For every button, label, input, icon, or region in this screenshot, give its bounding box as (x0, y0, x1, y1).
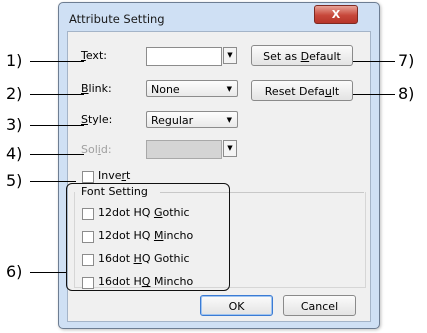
text-label: Text: (81, 49, 107, 62)
close-button[interactable]: X (314, 5, 358, 24)
callout-4: 4) (6, 144, 23, 163)
blink-label: Blink: (81, 82, 112, 95)
callout-3-leader (30, 125, 84, 126)
callout-2-leader (30, 94, 84, 95)
solid-color-field (146, 140, 222, 159)
ok-button[interactable]: OK (200, 295, 273, 316)
solid-label: Solid: (81, 143, 112, 156)
callout-4-leader (30, 154, 84, 155)
font-setting-callout-box (66, 183, 230, 291)
cancel-button[interactable]: Cancel (283, 295, 356, 316)
callout-7: 7) (398, 51, 415, 70)
blink-select-value: None (151, 83, 180, 96)
style-label: Style: (81, 113, 113, 126)
chevron-down-icon: ▼ (226, 116, 232, 124)
reset-default-button[interactable]: Reset Default (251, 80, 353, 101)
callout-2: 2) (6, 84, 23, 103)
invert-label: Invert (98, 169, 131, 182)
invert-checkbox[interactable] (82, 171, 94, 183)
chevron-down-icon: ▼ (226, 85, 232, 93)
callout-6-leader (30, 272, 67, 273)
style-select[interactable]: Regular ▼ (146, 111, 238, 128)
dialog-title: Attribute Setting (69, 12, 165, 26)
callout-8-leader (353, 94, 395, 95)
style-select-value: Regular (151, 114, 194, 127)
callout-1-leader (30, 61, 84, 62)
text-dropdown-arrow-icon[interactable]: ▼ (223, 47, 237, 64)
solid-dropdown-arrow-icon: ▼ (223, 140, 237, 157)
set-as-default-button[interactable]: Set as Default (251, 45, 353, 66)
callout-3: 3) (6, 115, 23, 134)
text-input[interactable] (146, 47, 222, 66)
callout-8: 8) (398, 84, 415, 103)
callout-5: 5) (6, 171, 23, 190)
callout-5-leader (30, 181, 76, 182)
blink-select[interactable]: None ▼ (146, 80, 238, 97)
callout-6: 6) (6, 262, 23, 281)
callout-7-leader (353, 61, 395, 62)
callout-1: 1) (6, 51, 23, 70)
